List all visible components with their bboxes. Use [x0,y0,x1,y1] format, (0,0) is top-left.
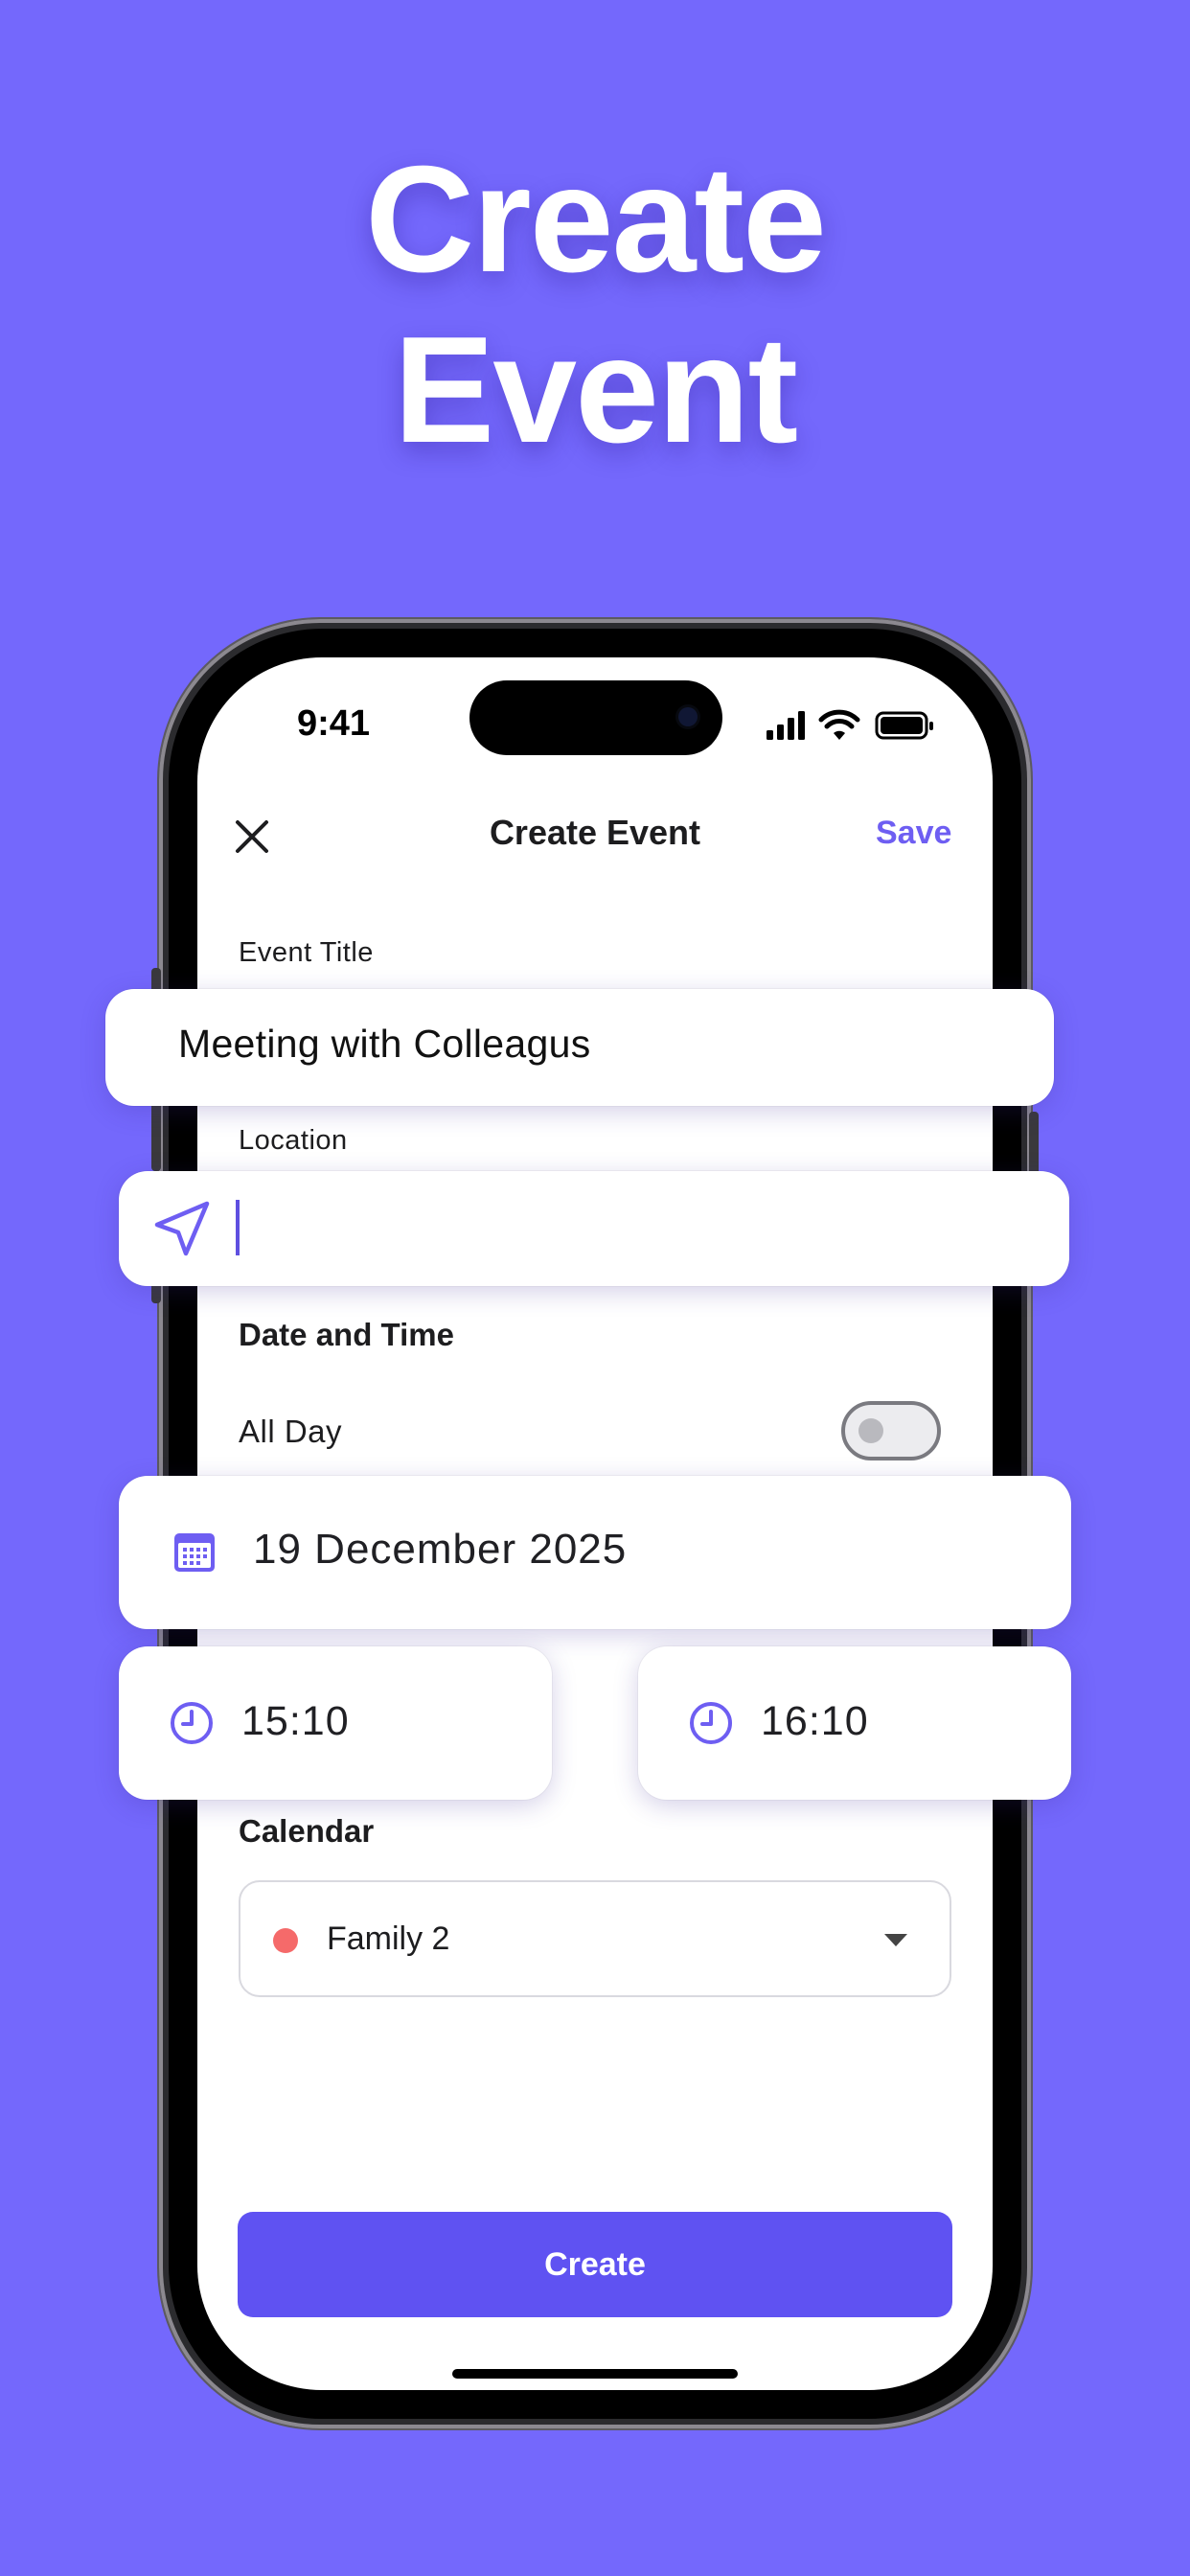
location-label: Location [239,1125,348,1156]
clock-icon [690,1702,732,1744]
date-time-label: Date and Time [239,1317,454,1352]
calendar-select[interactable]: Family 2 [239,1880,951,1997]
all-day-label: All Day [239,1414,343,1449]
save-button[interactable]: Save [876,815,951,852]
start-time-field[interactable]: 15:10 [119,1646,552,1800]
signal-icon [767,711,805,740]
end-time-field[interactable]: 16:10 [638,1646,1071,1800]
calendar-value: Family 2 [327,1920,450,1957]
home-indicator [452,2369,738,2379]
headline: Create Event [0,134,1190,475]
clock-icon [171,1702,213,1744]
toggle-knob [858,1418,883,1443]
event-title-label: Event Title [239,937,374,968]
location-field[interactable] [119,1171,1069,1286]
camera-lens [678,707,698,726]
nav-title: Create Event [489,813,701,852]
date-field[interactable]: 19 December 2025 [119,1476,1071,1629]
text-cursor [236,1200,240,1255]
battery-icon [875,711,933,740]
all-day-toggle[interactable] [841,1401,941,1460]
headline-line-1: Create [365,135,827,304]
date-value: 19 December 2025 [253,1526,628,1573]
location-arrow-icon [154,1201,210,1256]
status-time: 9:41 [297,703,371,744]
status-icons [767,709,933,740]
calendar-label: Calendar [239,1813,375,1849]
event-title-field[interactable]: Meeting with Colleagus [105,989,1054,1106]
end-time-value: 16:10 [761,1698,869,1744]
wifi-icon [818,709,860,740]
start-time-value: 15:10 [241,1698,350,1744]
calendar-icon [174,1533,215,1572]
calendar-color-dot [273,1928,298,1953]
headline-line-2: Event [393,306,798,474]
create-button[interactable]: Create [238,2212,952,2317]
chevron-down-icon [884,1934,907,1946]
event-title-value: Meeting with Colleagus [178,1022,591,1066]
